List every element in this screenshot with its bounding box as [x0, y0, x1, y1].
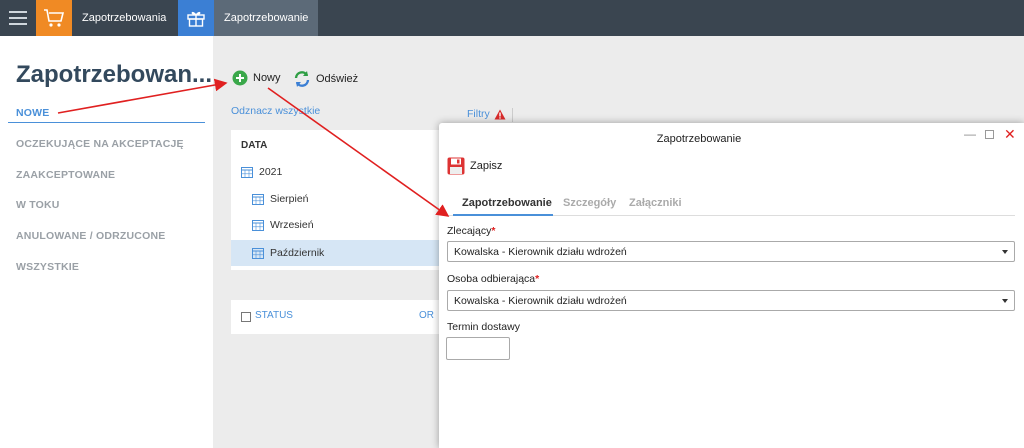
zapotrzebowanie-dialog: Zapotrzebowanie — ✕ Zapisz Zapotrzebowan… — [439, 123, 1024, 448]
tab-zapotrzebowania[interactable]: Zapotrzebowania — [36, 0, 176, 36]
tree-row-2021[interactable]: 2021 — [231, 159, 441, 185]
sidebar-item-zaakceptowane[interactable]: ZAAKCEPTOWANE — [16, 169, 115, 181]
sidebar-item-anulowane[interactable]: ANULOWANE / ODRZUCONE — [16, 230, 165, 242]
or-column-header[interactable]: OR — [419, 310, 434, 321]
tree-row-label: 2021 — [259, 166, 283, 178]
deselect-all-link[interactable]: Odznacz wszystkie — [231, 105, 320, 117]
zlecajacy-value: Kowalska - Kierownik działu wdrożeń — [454, 246, 627, 258]
close-icon[interactable]: ✕ — [1004, 126, 1016, 143]
termin-dostawy-input[interactable] — [446, 337, 510, 360]
osoba-value: Kowalska - Kierownik działu wdrożeń — [454, 295, 627, 307]
calendar-icon — [252, 194, 264, 205]
tab-zapotrzebowanie-form[interactable]: Zapotrzebowanie — [462, 197, 552, 209]
tree-row-wrzesien[interactable]: Wrzesień — [231, 212, 441, 238]
sidebar-item-wszystkie[interactable]: WSZYSTKIE — [16, 261, 79, 273]
chevron-down-icon — [1002, 250, 1008, 254]
hamburger-menu-icon[interactable] — [0, 0, 36, 36]
tab-zapotrzebowanie[interactable]: Zapotrzebowanie — [178, 0, 319, 36]
gift-icon — [178, 0, 214, 36]
cart-icon — [36, 0, 72, 36]
termin-dostawy-label: Termin dostawy — [447, 321, 520, 333]
sidebar-item-nowe[interactable]: NOWE — [16, 107, 49, 119]
calendar-icon — [252, 248, 264, 259]
tree-header: DATA — [241, 140, 268, 151]
required-marker: * — [535, 273, 540, 285]
filters-link[interactable]: Filtry — [467, 108, 506, 120]
active-tab-underline — [453, 214, 553, 216]
minimize-icon[interactable]: — — [964, 127, 976, 141]
tab-zalaczniki[interactable]: Załączniki — [629, 197, 682, 209]
sidebar: Zapotrzebowan... NOWE OCZEKUJĄCE NA AKCE… — [0, 36, 213, 448]
tree-row-label: Październik — [270, 247, 325, 259]
sidebar-item-w-toku[interactable]: W TOKU — [16, 199, 60, 211]
status-column-header[interactable]: STATUS — [255, 310, 293, 321]
tab-label: Zapotrzebowanie — [224, 12, 309, 24]
tab-szczegoly[interactable]: Szczegóły — [563, 197, 616, 209]
warning-icon — [494, 109, 506, 119]
zlecajacy-label: Zlecający* — [447, 225, 495, 237]
page-title: Zapotrzebowan... — [16, 61, 213, 88]
chevron-down-icon — [1002, 299, 1008, 303]
plus-circle-icon — [232, 70, 248, 86]
floppy-disk-icon — [447, 157, 465, 175]
save-button-label: Zapisz — [470, 160, 503, 172]
required-marker: * — [491, 225, 496, 237]
zlecajacy-select[interactable]: Kowalska - Kierownik działu wdrożeń — [447, 241, 1015, 262]
tree-row-pazdziernik[interactable]: Październik — [231, 240, 441, 266]
toolbar-separator — [512, 108, 513, 122]
refresh-button[interactable]: Odśwież — [293, 70, 358, 88]
new-button[interactable]: Nowy — [232, 70, 281, 86]
filters-label: Filtry — [467, 108, 490, 120]
maximize-icon[interactable] — [985, 130, 994, 139]
active-item-underline — [8, 122, 205, 123]
refresh-button-label: Odśwież — [316, 73, 359, 85]
tree-row-sierpien[interactable]: Sierpień — [231, 186, 441, 212]
refresh-icon — [294, 71, 310, 87]
osoba-label-text: Osoba odbierająca — [447, 273, 536, 285]
zlecajacy-label-text: Zlecający — [447, 225, 492, 237]
tab-label: Zapotrzebowania — [82, 12, 167, 24]
date-tree-panel: DATA 2021 Sierpień Wrzesień Październik — [231, 130, 441, 270]
calendar-icon — [241, 167, 253, 178]
calendar-icon — [252, 220, 264, 231]
tree-row-label: Wrzesień — [270, 219, 314, 231]
osoba-label: Osoba odbierająca* — [447, 273, 539, 285]
status-panel: STATUS OR — [231, 300, 441, 334]
new-button-label: Nowy — [253, 72, 281, 84]
top-bar: Zapotrzebowania Zapotrzebowanie — [0, 0, 1024, 36]
save-button[interactable]: Zapisz — [447, 157, 502, 175]
dialog-title: Zapotrzebowanie — [656, 133, 742, 145]
sidebar-item-oczekujace[interactable]: OCZEKUJĄCE NA AKCEPTACJĘ — [16, 138, 184, 150]
status-checkbox[interactable] — [241, 312, 251, 322]
osoba-odbierajaca-select[interactable]: Kowalska - Kierownik działu wdrożeń — [447, 290, 1015, 311]
tree-row-label: Sierpień — [270, 193, 309, 205]
